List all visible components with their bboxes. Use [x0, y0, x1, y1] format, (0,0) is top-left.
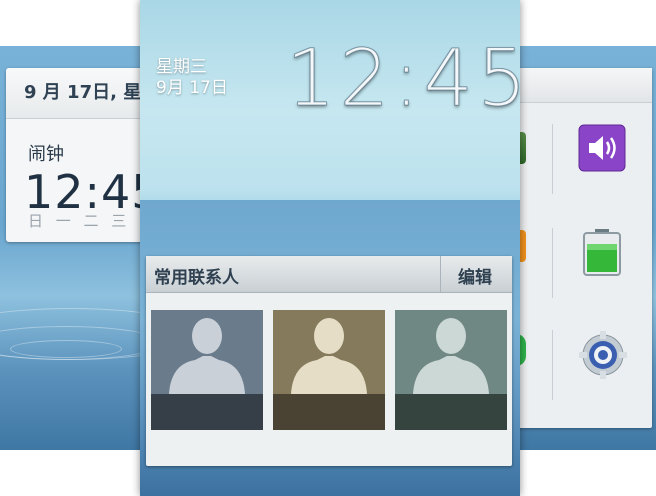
alarm-clock-widget[interactable]: 9 月 17日, 星 闹钟 12:45 日 一 二 三 四	[6, 68, 154, 242]
edit-button[interactable]: 编辑	[458, 263, 492, 288]
date-block: 星期三 9月 17日	[156, 57, 228, 99]
favorite-contacts-widget: 常用联系人 编辑	[146, 256, 512, 466]
contacts-title: 常用联系人	[154, 268, 239, 288]
water-ripple	[10, 340, 122, 358]
contact-card[interactable]	[273, 310, 385, 430]
contact-avatar-icon	[151, 310, 263, 394]
contact-name-bar	[395, 394, 507, 430]
alarm-weekdays: 日 一 二 三 四	[28, 212, 154, 230]
contact-avatar-icon	[395, 310, 507, 394]
contact-avatar-icon	[273, 310, 385, 394]
divider	[552, 330, 553, 400]
date-label: 9月 17日	[156, 78, 228, 98]
clock-time: 12:45	[286, 34, 520, 125]
lock-screen: 星期三 9月 17日 12:45 常用联系人 编辑	[140, 0, 520, 496]
widget-date: 9 月 17日, 星	[6, 68, 154, 119]
sound-icon[interactable]	[578, 124, 626, 176]
quick-settings-header	[516, 68, 652, 103]
contacts-header: 常用联系人 编辑	[146, 256, 512, 293]
contact-name-bar	[273, 394, 385, 430]
battery-icon[interactable]	[582, 228, 622, 280]
settings-icon[interactable]	[578, 330, 628, 384]
quick-settings-widget	[516, 68, 652, 428]
contact-card[interactable]	[151, 310, 263, 430]
alarm-label: 闹钟	[28, 144, 64, 165]
weekday-label: 星期三	[156, 57, 207, 77]
contact-name-bar	[151, 394, 263, 430]
divider	[552, 124, 553, 194]
contact-card[interactable]	[395, 310, 507, 430]
divider	[552, 228, 553, 298]
divider	[440, 256, 441, 292]
